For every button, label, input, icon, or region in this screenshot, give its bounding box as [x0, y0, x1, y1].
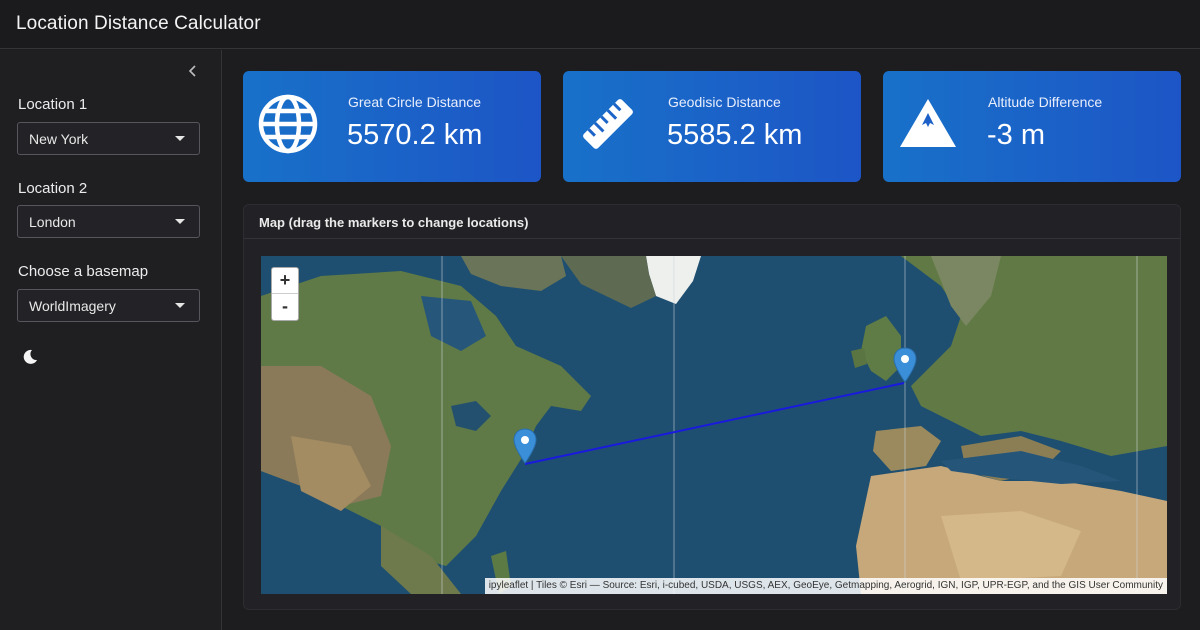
metric-title: Altitude Difference — [988, 94, 1103, 110]
top-bar: Location Distance Calculator — [0, 0, 1200, 49]
geodesic-card: Geodisic Distance 5585.2 km — [563, 71, 861, 182]
location-2-marker[interactable] — [893, 347, 917, 383]
basemap-select[interactable]: WorldImagery — [17, 289, 200, 322]
map-pin-icon — [893, 347, 917, 383]
metric-title: Great Circle Distance — [348, 94, 482, 110]
metric-title: Geodisic Distance — [668, 94, 781, 110]
great-circle-card: Great Circle Distance 5570.2 km — [243, 71, 541, 182]
ruler-icon — [583, 99, 633, 149]
basemap-label: Choose a basemap — [18, 263, 149, 280]
location-2-value: London — [29, 213, 76, 230]
location-1-label: Location 1 — [18, 96, 88, 113]
caret-down-icon — [175, 136, 185, 141]
app-title: Location Distance Calculator — [16, 13, 261, 34]
sidebar: Location 1 New York Location 2 London Ch… — [0, 50, 222, 630]
map-panel: Map (drag the markers to change location… — [243, 204, 1181, 610]
map-pin-icon — [513, 428, 537, 464]
mountain-icon — [900, 99, 956, 147]
caret-down-icon — [175, 303, 185, 308]
basemap-value: WorldImagery — [29, 297, 116, 314]
collapse-sidebar-button[interactable] — [184, 60, 202, 82]
location-1-select[interactable]: New York — [17, 122, 200, 155]
map-attribution: ipyleaflet | Tiles © Esri — Source: Esri… — [484, 578, 1167, 594]
map-canvas[interactable]: + - ipyleaflet | Tiles © Esri — Source: … — [261, 256, 1167, 594]
location-2-label: Location 2 — [18, 180, 88, 197]
map-header-title: Map (drag the markers to change location… — [259, 215, 529, 230]
zoom-in-button[interactable]: + — [272, 268, 298, 294]
theme-toggle-button[interactable] — [21, 348, 41, 368]
globe-icon — [258, 94, 318, 154]
metric-value: 5585.2 km — [667, 119, 803, 151]
zoom-control: + - — [271, 267, 299, 321]
metric-value: 5570.2 km — [347, 119, 483, 151]
satellite-basemap — [261, 256, 1167, 594]
location-1-value: New York — [29, 130, 89, 147]
chevron-left-icon — [188, 65, 196, 77]
metric-value: -3 m — [987, 119, 1045, 151]
caret-down-icon — [175, 219, 185, 224]
location-1-marker[interactable] — [513, 428, 537, 464]
map-header: Map (drag the markers to change location… — [244, 205, 1180, 239]
altitude-card: Altitude Difference -3 m — [883, 71, 1181, 182]
zoom-out-button[interactable]: - — [272, 294, 298, 320]
location-2-select[interactable]: London — [17, 205, 200, 238]
moon-icon — [23, 349, 37, 364]
